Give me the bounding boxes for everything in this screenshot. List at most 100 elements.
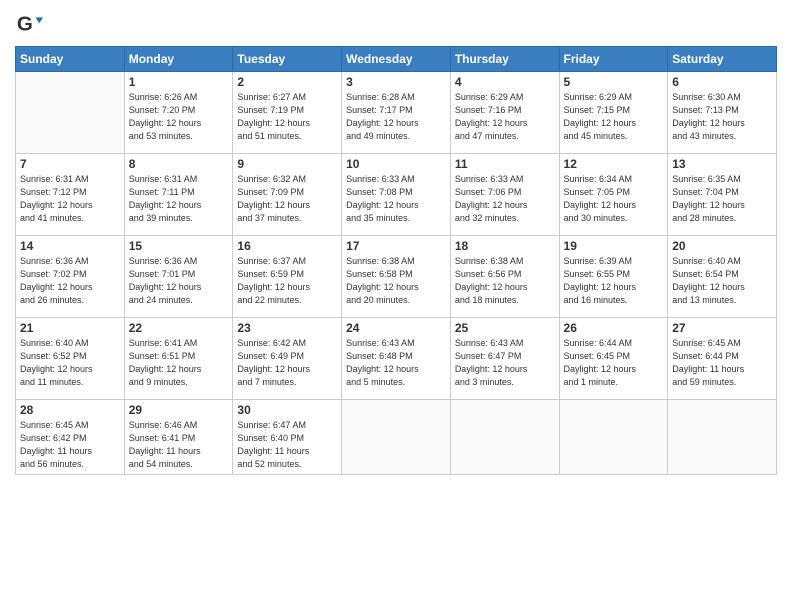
day-number: 1	[129, 75, 229, 89]
day-number: 6	[672, 75, 772, 89]
logo: G	[15, 10, 47, 38]
day-info: Sunrise: 6:46 AM Sunset: 6:41 PM Dayligh…	[129, 419, 229, 471]
day-info: Sunrise: 6:33 AM Sunset: 7:08 PM Dayligh…	[346, 173, 446, 225]
page: G SundayMondayTuesdayWednesdayThursdayFr…	[0, 0, 792, 612]
day-info: Sunrise: 6:47 AM Sunset: 6:40 PM Dayligh…	[237, 419, 337, 471]
week-row-4: 21 Sunrise: 6:40 AM Sunset: 6:52 PM Dayli…	[16, 318, 777, 400]
day-info: Sunrise: 6:36 AM Sunset: 7:01 PM Dayligh…	[129, 255, 229, 307]
day-info: Sunrise: 6:29 AM Sunset: 7:15 PM Dayligh…	[564, 91, 664, 143]
calendar-cell	[668, 400, 777, 475]
day-number: 12	[564, 157, 664, 171]
day-number: 10	[346, 157, 446, 171]
day-number: 5	[564, 75, 664, 89]
calendar-cell: 7 Sunrise: 6:31 AM Sunset: 7:12 PM Daylig…	[16, 154, 125, 236]
day-number: 14	[20, 239, 120, 253]
day-info: Sunrise: 6:30 AM Sunset: 7:13 PM Dayligh…	[672, 91, 772, 143]
calendar-cell: 22 Sunrise: 6:41 AM Sunset: 6:51 PM Dayli…	[124, 318, 233, 400]
calendar-cell: 15 Sunrise: 6:36 AM Sunset: 7:01 PM Dayli…	[124, 236, 233, 318]
day-info: Sunrise: 6:29 AM Sunset: 7:16 PM Dayligh…	[455, 91, 555, 143]
week-row-2: 7 Sunrise: 6:31 AM Sunset: 7:12 PM Daylig…	[16, 154, 777, 236]
day-number: 16	[237, 239, 337, 253]
day-number: 22	[129, 321, 229, 335]
calendar-cell: 13Sunrise: 6:35 AM Sunset: 7:04 PM Dayli…	[668, 154, 777, 236]
calendar-cell: 1 Sunrise: 6:26 AM Sunset: 7:20 PM Daylig…	[124, 72, 233, 154]
calendar-cell: 5 Sunrise: 6:29 AM Sunset: 7:15 PM Daylig…	[559, 72, 668, 154]
calendar-cell: 4 Sunrise: 6:29 AM Sunset: 7:16 PM Daylig…	[450, 72, 559, 154]
day-info: Sunrise: 6:42 AM Sunset: 6:49 PM Dayligh…	[237, 337, 337, 389]
calendar-cell	[16, 72, 125, 154]
day-info: Sunrise: 6:36 AM Sunset: 7:02 PM Dayligh…	[20, 255, 120, 307]
calendar-cell: 20Sunrise: 6:40 AM Sunset: 6:54 PM Dayli…	[668, 236, 777, 318]
day-info: Sunrise: 6:31 AM Sunset: 7:11 PM Dayligh…	[129, 173, 229, 225]
calendar: SundayMondayTuesdayWednesdayThursdayFrid…	[15, 46, 777, 475]
calendar-cell: 12 Sunrise: 6:34 AM Sunset: 7:05 PM Dayli…	[559, 154, 668, 236]
day-info: Sunrise: 6:37 AM Sunset: 6:59 PM Dayligh…	[237, 255, 337, 307]
header: G	[15, 10, 777, 38]
calendar-cell	[450, 400, 559, 475]
calendar-cell	[342, 400, 451, 475]
weekday-header-friday: Friday	[559, 47, 668, 72]
day-info: Sunrise: 6:41 AM Sunset: 6:51 PM Dayligh…	[129, 337, 229, 389]
calendar-cell: 24 Sunrise: 6:43 AM Sunset: 6:48 PM Dayli…	[342, 318, 451, 400]
logo-icon: G	[15, 10, 43, 38]
week-row-3: 14 Sunrise: 6:36 AM Sunset: 7:02 PM Dayli…	[16, 236, 777, 318]
day-info: Sunrise: 6:28 AM Sunset: 7:17 PM Dayligh…	[346, 91, 446, 143]
day-number: 27	[672, 321, 772, 335]
day-info: Sunrise: 6:40 AM Sunset: 6:52 PM Dayligh…	[20, 337, 120, 389]
calendar-cell: 27 Sunrise: 6:45 AM Sunset: 6:44 PM Dayli…	[668, 318, 777, 400]
calendar-cell: 9Sunrise: 6:32 AM Sunset: 7:09 PM Daylig…	[233, 154, 342, 236]
week-row-1: 1 Sunrise: 6:26 AM Sunset: 7:20 PM Daylig…	[16, 72, 777, 154]
day-number: 26	[564, 321, 664, 335]
day-number: 7	[20, 157, 120, 171]
day-info: Sunrise: 6:45 AM Sunset: 6:42 PM Dayligh…	[20, 419, 120, 471]
weekday-header-wednesday: Wednesday	[342, 47, 451, 72]
calendar-cell: 17 Sunrise: 6:38 AM Sunset: 6:58 PM Dayli…	[342, 236, 451, 318]
weekday-header-row: SundayMondayTuesdayWednesdayThursdayFrid…	[16, 47, 777, 72]
calendar-cell: 18 Sunrise: 6:38 AM Sunset: 6:56 PM Dayli…	[450, 236, 559, 318]
calendar-cell: 11 Sunrise: 6:33 AM Sunset: 7:06 PM Dayli…	[450, 154, 559, 236]
calendar-cell: 29Sunrise: 6:46 AM Sunset: 6:41 PM Dayli…	[124, 400, 233, 475]
calendar-cell: 2 Sunrise: 6:27 AM Sunset: 7:19 PM Daylig…	[233, 72, 342, 154]
day-number: 18	[455, 239, 555, 253]
calendar-cell: 25Sunrise: 6:43 AM Sunset: 6:47 PM Dayli…	[450, 318, 559, 400]
day-number: 9	[237, 157, 337, 171]
day-info: Sunrise: 6:33 AM Sunset: 7:06 PM Dayligh…	[455, 173, 555, 225]
calendar-cell: 16 Sunrise: 6:37 AM Sunset: 6:59 PM Dayli…	[233, 236, 342, 318]
calendar-cell: 21 Sunrise: 6:40 AM Sunset: 6:52 PM Dayli…	[16, 318, 125, 400]
day-number: 4	[455, 75, 555, 89]
calendar-cell	[559, 400, 668, 475]
weekday-header-tuesday: Tuesday	[233, 47, 342, 72]
day-info: Sunrise: 6:26 AM Sunset: 7:20 PM Dayligh…	[129, 91, 229, 143]
day-number: 24	[346, 321, 446, 335]
day-info: Sunrise: 6:43 AM Sunset: 6:47 PM Dayligh…	[455, 337, 555, 389]
weekday-header-saturday: Saturday	[668, 47, 777, 72]
calendar-cell: 3 Sunrise: 6:28 AM Sunset: 7:17 PM Daylig…	[342, 72, 451, 154]
day-info: Sunrise: 6:27 AM Sunset: 7:19 PM Dayligh…	[237, 91, 337, 143]
day-info: Sunrise: 6:40 AM Sunset: 6:54 PM Dayligh…	[672, 255, 772, 307]
day-number: 15	[129, 239, 229, 253]
weekday-header-thursday: Thursday	[450, 47, 559, 72]
calendar-cell: 8 Sunrise: 6:31 AM Sunset: 7:11 PM Daylig…	[124, 154, 233, 236]
day-info: Sunrise: 6:35 AM Sunset: 7:04 PM Dayligh…	[672, 173, 772, 225]
day-number: 28	[20, 403, 120, 417]
day-number: 30	[237, 403, 337, 417]
day-info: Sunrise: 6:34 AM Sunset: 7:05 PM Dayligh…	[564, 173, 664, 225]
calendar-cell: 30 Sunrise: 6:47 AM Sunset: 6:40 PM Dayli…	[233, 400, 342, 475]
svg-text:G: G	[17, 13, 33, 36]
day-number: 23	[237, 321, 337, 335]
day-info: Sunrise: 6:31 AM Sunset: 7:12 PM Dayligh…	[20, 173, 120, 225]
day-number: 17	[346, 239, 446, 253]
day-info: Sunrise: 6:45 AM Sunset: 6:44 PM Dayligh…	[672, 337, 772, 389]
day-number: 21	[20, 321, 120, 335]
day-info: Sunrise: 6:38 AM Sunset: 6:56 PM Dayligh…	[455, 255, 555, 307]
day-info: Sunrise: 6:43 AM Sunset: 6:48 PM Dayligh…	[346, 337, 446, 389]
calendar-cell: 23 Sunrise: 6:42 AM Sunset: 6:49 PM Dayli…	[233, 318, 342, 400]
day-number: 2	[237, 75, 337, 89]
day-number: 3	[346, 75, 446, 89]
calendar-cell: 28 Sunrise: 6:45 AM Sunset: 6:42 PM Dayli…	[16, 400, 125, 475]
day-number: 11	[455, 157, 555, 171]
day-number: 8	[129, 157, 229, 171]
day-info: Sunrise: 6:38 AM Sunset: 6:58 PM Dayligh…	[346, 255, 446, 307]
calendar-cell: 26Sunrise: 6:44 AM Sunset: 6:45 PM Dayli…	[559, 318, 668, 400]
calendar-cell: 14 Sunrise: 6:36 AM Sunset: 7:02 PM Dayli…	[16, 236, 125, 318]
